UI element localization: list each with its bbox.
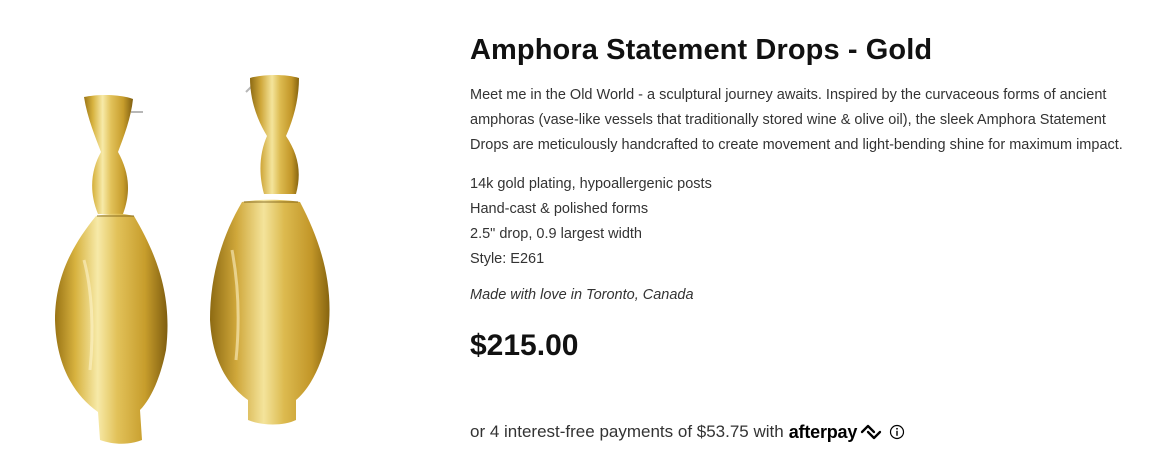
left-earring	[55, 94, 168, 444]
afterpay-logo[interactable]: afterpay	[789, 420, 883, 444]
product-image[interactable]	[0, 0, 380, 462]
right-earring	[210, 75, 330, 425]
info-icon[interactable]	[889, 424, 905, 440]
afterpay-arrows-icon	[861, 424, 882, 440]
feature-item: 2.5" drop, 0.9 largest width	[470, 226, 642, 242]
afterpay-text: or 4 interest-free payments of $53.75 wi…	[470, 422, 784, 441]
product-origin: Made with love in Toronto, Canada	[470, 287, 694, 303]
feature-item: 14k gold plating, hypoallergenic posts	[470, 176, 712, 192]
product-price: $215.00	[470, 329, 579, 362]
product-features: 14k gold plating, hypoallergenic posts H…	[470, 172, 1140, 272]
feature-item: Hand-cast & polished forms	[470, 201, 649, 217]
product-title: Amphora Statement Drops - Gold	[470, 34, 933, 66]
feature-item: Style: E261	[470, 251, 545, 267]
product-description: Meet me in the Old World - a sculptural …	[470, 87, 1123, 153]
afterpay-brand: afterpay	[788, 422, 858, 442]
gold-earrings-image	[55, 75, 330, 444]
afterpay-message: or 4 interest-free payments of $53.75 wi…	[470, 420, 905, 444]
product-details: Amphora Statement Drops - Gold Meet me i…	[470, 30, 1140, 442]
